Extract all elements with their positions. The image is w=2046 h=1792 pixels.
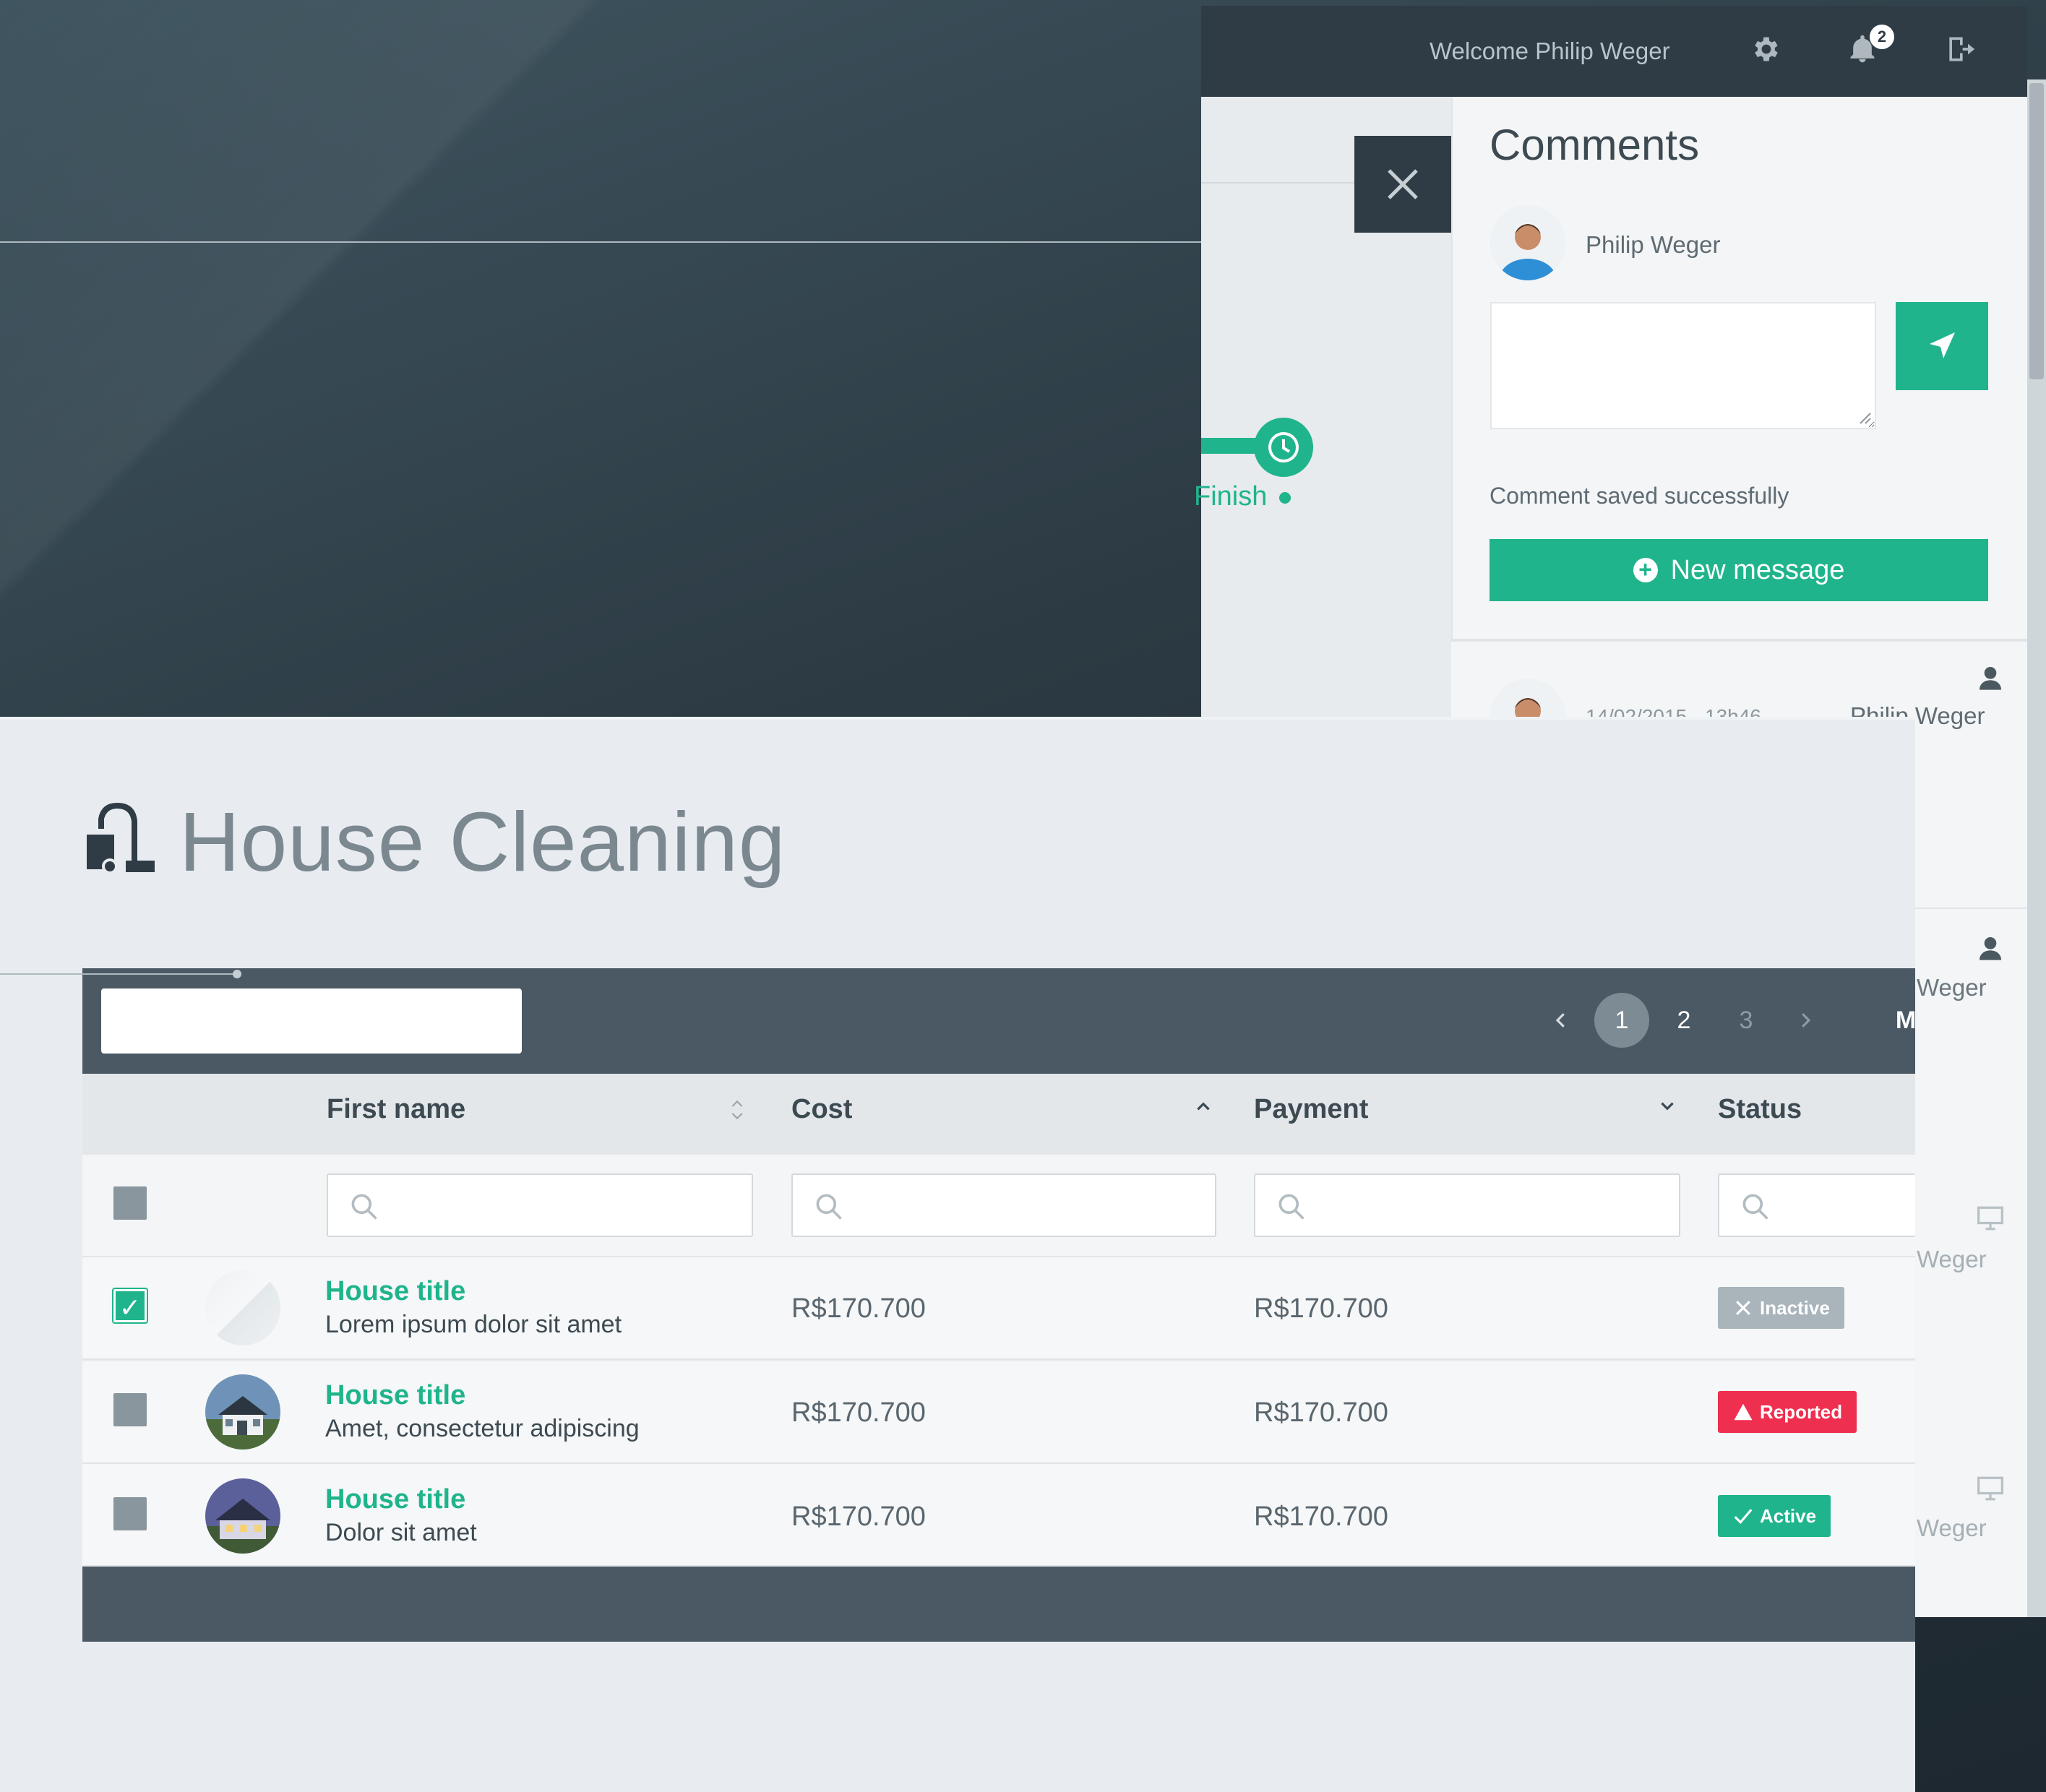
table-footer <box>82 1567 1915 1642</box>
status-label: Inactive <box>1760 1296 1830 1319</box>
filter-payment-input[interactable] <box>1254 1173 1680 1237</box>
vacuum-cleaner-icon <box>85 800 155 875</box>
pagination-page-3[interactable]: 3 <box>1719 993 1774 1048</box>
house-subtitle: Dolor sit amet <box>325 1519 477 1546</box>
status-label: Reported <box>1760 1400 1843 1423</box>
new-message-label: New message <box>1670 554 1845 585</box>
filter-first-name-input[interactable] <box>327 1173 753 1237</box>
timeline-step-dot <box>1279 492 1291 504</box>
status-label: Active <box>1760 1504 1817 1527</box>
house-subtitle: Lorem ipsum dolor sit amet <box>325 1311 622 1338</box>
monitor-icon <box>1976 1205 2005 1231</box>
payment-value: R$170.700 <box>1254 1397 1388 1428</box>
user-icon <box>1976 663 2005 692</box>
pagination-page-1[interactable]: 1 <box>1594 993 1649 1048</box>
table-row[interactable] <box>82 1464 1915 1567</box>
payment-value: R$170.700 <box>1254 1502 1388 1532</box>
resize-grip-icon[interactable] <box>1857 410 1872 425</box>
sort-descending-icon[interactable] <box>1658 1097 1677 1121</box>
page-title: House Cleaning <box>179 795 786 889</box>
sort-both-icon[interactable] <box>730 1097 744 1129</box>
message-author: Weger <box>1917 1246 1987 1272</box>
table-row[interactable] <box>82 1257 1915 1360</box>
timeline-step-label: Finish <box>1194 481 1268 512</box>
row-checkbox[interactable] <box>113 1393 147 1426</box>
row-checkbox[interactable] <box>113 1497 147 1530</box>
house-title-link[interactable]: House title <box>325 1484 465 1515</box>
pagination-page-2[interactable]: 2 <box>1656 993 1711 1048</box>
cost-value: R$170.700 <box>791 1502 926 1532</box>
gear-icon[interactable] <box>1750 33 1782 65</box>
x-icon <box>1736 1301 1750 1315</box>
house-image-placeholder <box>205 1270 280 1345</box>
monitor-icon <box>1976 1476 2005 1502</box>
check-icon <box>1734 1509 1753 1525</box>
close-button[interactable] <box>1354 136 1451 233</box>
search-icon <box>816 1194 842 1220</box>
cost-value: R$170.700 <box>791 1293 926 1324</box>
comments-title: Comments <box>1490 121 1700 169</box>
new-message-button[interactable]: + New message <box>1490 539 1988 601</box>
search-icon <box>1742 1194 1768 1220</box>
house-photo <box>205 1478 280 1554</box>
search-icon <box>1278 1194 1304 1220</box>
payment-value: R$170.700 <box>1254 1293 1388 1324</box>
status-badge: Reported <box>1718 1391 1857 1433</box>
current-user-name: Philip Weger <box>1586 231 1721 258</box>
pagination-next[interactable] <box>1784 993 1827 1048</box>
status-badge: Inactive <box>1718 1287 1844 1329</box>
status-badge: Active <box>1718 1495 1831 1537</box>
sort-ascending-icon[interactable] <box>1194 1097 1213 1121</box>
table-row[interactable] <box>82 1361 1915 1464</box>
search-input[interactable] <box>101 988 522 1054</box>
timeline-connector <box>0 973 238 975</box>
background-streak <box>0 0 1229 723</box>
notification-badge: 2 <box>1870 25 1894 49</box>
pagination-more[interactable]: M <box>1888 993 1924 1048</box>
row-checkbox[interactable]: ✓ <box>113 1289 147 1322</box>
cost-value: R$170.700 <box>791 1397 926 1428</box>
send-button[interactable] <box>1896 302 1988 390</box>
plus-icon: + <box>1633 558 1658 582</box>
house-title-link[interactable]: House title <box>325 1380 465 1411</box>
column-header-cost[interactable]: Cost <box>791 1094 852 1125</box>
scrollbar-thumb[interactable] <box>2029 83 2044 379</box>
logout-icon[interactable] <box>1944 33 1976 65</box>
column-header-status[interactable]: Status <box>1718 1094 1802 1125</box>
filter-cost-input[interactable] <box>791 1173 1216 1237</box>
welcome-text: Welcome Philip Weger <box>1430 38 1670 64</box>
house-title-link[interactable]: House title <box>325 1276 465 1307</box>
filter-status-input[interactable] <box>1718 1173 1915 1237</box>
column-header-payment[interactable]: Payment <box>1254 1094 1368 1125</box>
avatar <box>1490 205 1565 280</box>
search-icon <box>351 1194 377 1220</box>
message-author: Weger <box>1917 974 1987 1001</box>
warning-icon <box>1734 1403 1753 1421</box>
save-status-text: Comment saved successfully <box>1490 483 1789 509</box>
pagination-prev[interactable] <box>1539 993 1583 1048</box>
timeline-connector-dot <box>233 970 241 978</box>
column-header-first-name[interactable]: First name <box>327 1094 465 1125</box>
comment-input[interactable] <box>1490 302 1876 429</box>
message-author: Weger <box>1917 1515 1987 1541</box>
clock-icon[interactable] <box>1254 418 1313 477</box>
house-photo <box>205 1374 280 1449</box>
house-subtitle: Amet, consectetur adipiscing <box>325 1415 640 1442</box>
user-icon <box>1976 934 2005 962</box>
select-all-checkbox[interactable] <box>113 1186 147 1220</box>
